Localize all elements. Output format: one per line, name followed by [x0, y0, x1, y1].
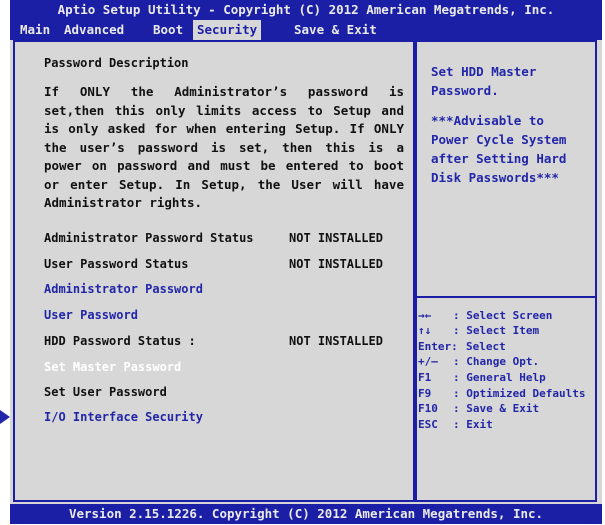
tab-save-exit[interactable]: Save & Exit: [294, 20, 377, 40]
hdd-password-status-value: NOT INSTALLED: [289, 334, 383, 348]
help-note-2: Power Cycle System: [431, 132, 567, 147]
hdd-password-status-label: HDD Password Status :: [44, 334, 196, 348]
help-note-1: ***Advisable to: [431, 113, 544, 128]
help-panel: Set HDD Master Password. ***Advisable to…: [415, 40, 597, 502]
key-f1-key: F1: [418, 371, 432, 384]
key-change-opt-key: +/—: [418, 355, 438, 368]
tab-boot[interactable]: Boot: [153, 20, 183, 40]
key-enter-key: Enter:: [418, 340, 458, 353]
user-password-item[interactable]: User Password: [44, 308, 138, 322]
key-select-item-desc: : Select Item: [453, 324, 540, 337]
user-password-status-value: NOT INSTALLED: [289, 257, 383, 271]
bios-screen: Aptio Setup Utility - Copyright (C) 2012…: [10, 0, 602, 524]
tab-main[interactable]: Main: [20, 20, 50, 40]
admin-password-status-value: NOT INSTALLED: [289, 231, 383, 245]
help-note-3: after Setting Hard: [431, 151, 567, 166]
help-line-1: Set HDD Master: [431, 64, 537, 79]
menu-bar: Main Advanced Boot Security Save & Exit: [10, 20, 602, 40]
key-f10-key: F10: [418, 402, 438, 415]
set-master-password-item[interactable]: Set Master Password: [44, 360, 181, 374]
io-interface-security-item[interactable]: I/O Interface Security: [44, 410, 203, 424]
help-line-2: Password.: [431, 83, 499, 98]
selection-arrow-icon: [0, 410, 10, 424]
key-f9-key: F9: [418, 387, 432, 400]
key-enter-desc: Select: [466, 340, 506, 353]
key-esc-key: ESC: [418, 418, 438, 431]
admin-password-status-label: Administrator Password Status: [44, 231, 254, 245]
tab-advanced[interactable]: Advanced: [64, 20, 124, 40]
password-description-text: If ONLY the Administrator’s password is …: [44, 84, 404, 210]
help-divider: [417, 296, 595, 298]
key-select-screen-desc: : Select Screen: [453, 309, 553, 322]
user-password-status-label: User Password Status: [44, 257, 189, 271]
main-panel: Password Description If ONLY the Adminis…: [13, 40, 415, 502]
tab-security[interactable]: Security: [193, 20, 262, 40]
footer-version: Version 2.15.1226. Copyright (C) 2012 Am…: [10, 504, 602, 524]
title-bar: Aptio Setup Utility - Copyright (C) 2012…: [10, 0, 602, 20]
key-f10-desc: : Save & Exit: [453, 402, 540, 415]
help-note-4: Disk Passwords***: [431, 170, 559, 185]
key-f1-desc: : General Help: [453, 371, 546, 384]
password-description-heading: Password Description: [44, 56, 189, 70]
key-select-item-key: ↑↓: [418, 324, 432, 337]
administrator-password-item[interactable]: Administrator Password: [44, 282, 203, 296]
key-select-screen-key: →←: [418, 309, 432, 322]
key-esc-desc: : Exit: [453, 418, 493, 431]
set-user-password-item[interactable]: Set User Password: [44, 385, 167, 399]
key-change-opt-desc: : Change Opt.: [453, 355, 540, 368]
key-f9-desc: : Optimized Defaults: [453, 387, 586, 400]
